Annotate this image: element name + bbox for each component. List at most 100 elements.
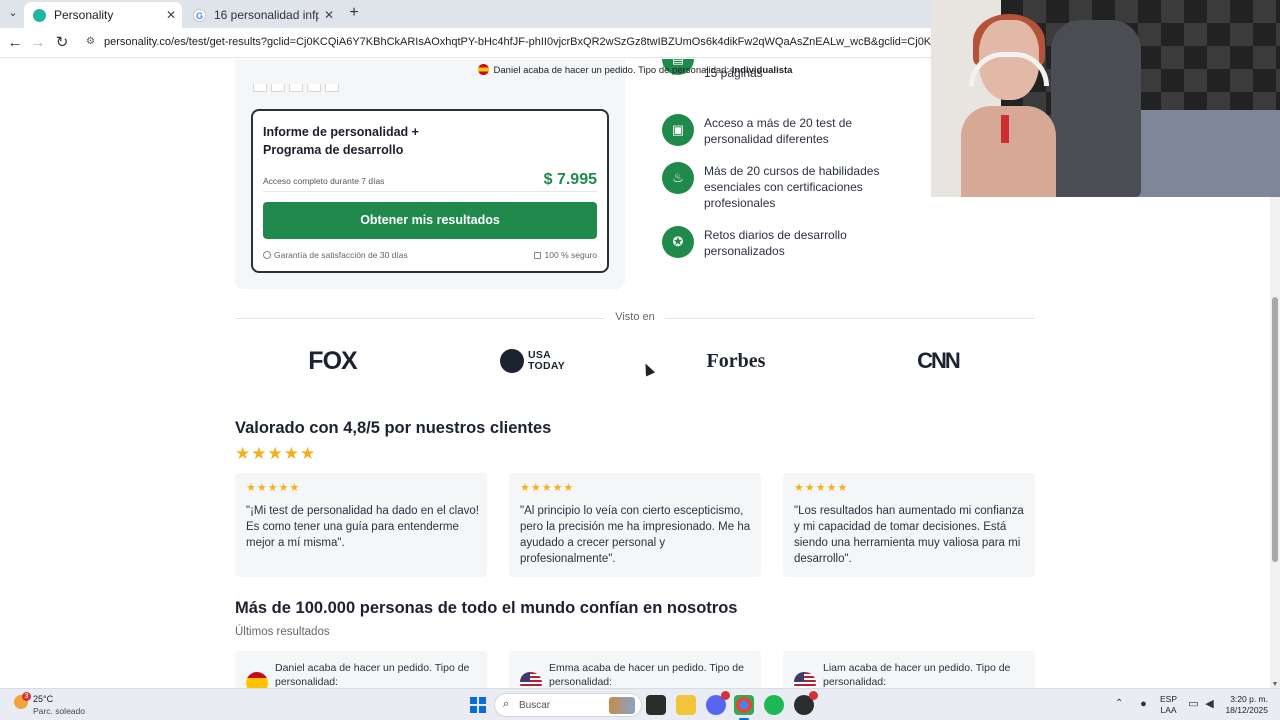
discord-badge: [721, 691, 730, 700]
forward-arrow-icon[interactable]: →: [28, 33, 48, 53]
volume-icon[interactable]: ◀: [1203, 698, 1216, 711]
review-stars-icon: ★★★★★: [794, 482, 849, 494]
plan-access-text: Acceso completo durante 7 días: [263, 176, 385, 186]
us-flag-icon: [520, 672, 542, 688]
plan-title: Informe de personalidad + Programa de de…: [263, 125, 419, 157]
flame-icon: ♨: [662, 162, 694, 194]
lock-icon: [533, 252, 541, 259]
review-card: ★★★★★ "Al principio lo veía con cierto e…: [509, 473, 761, 577]
review-text: "Los resultados han aumentado mi confian…: [794, 505, 1024, 565]
site-info-icon[interactable]: ⚙: [86, 36, 98, 48]
address-bar[interactable]: ⚙ personality.co/es/test/get-results?gcl…: [82, 31, 942, 55]
tab-title: Personality: [54, 8, 114, 22]
show-hidden-icons-chevron-icon[interactable]: ⌃: [1115, 698, 1123, 709]
obs-icon[interactable]: [794, 691, 818, 715]
close-tab-icon[interactable]: ✕: [324, 2, 334, 28]
secure-note: 100 % seguro: [533, 250, 597, 260]
spotify-icon[interactable]: [764, 695, 784, 715]
microphone-icon[interactable]: ●: [1137, 698, 1150, 711]
review-stars-icon: ★★★★★: [520, 482, 575, 494]
back-arrow-icon[interactable]: ←: [5, 33, 25, 53]
scrollbar-thumb[interactable]: [1272, 297, 1278, 562]
keyboard-layout: LAA: [1160, 705, 1177, 715]
webcam-overlay: [931, 0, 1280, 197]
get-results-button[interactable]: Obtener mis resultados: [263, 202, 597, 239]
notification-text: Daniel acaba de hacer un pedido. Tipo de…: [493, 65, 730, 76]
tab-google-search[interactable]: 16 personalidad infp - Buscar con Google…: [184, 2, 340, 29]
test-box-icon: ▣: [662, 114, 694, 146]
task-view-icon[interactable]: [646, 695, 666, 715]
result-card: Daniel acaba de hacer un pedido. Tipo de…: [235, 651, 487, 688]
scroll-down-arrow-icon[interactable]: ▼: [1271, 681, 1279, 688]
result-card: Emma acaba de hacer un pedido. Tipo de p…: [509, 651, 761, 688]
feature-text: Retos diarios de desarrollo personalizad…: [704, 228, 847, 258]
trust-title: Más de 100.000 personas de todo el mundo…: [235, 599, 738, 617]
language-indicator[interactable]: ESP LAA: [1160, 694, 1177, 716]
network-icon[interactable]: ▭: [1187, 698, 1200, 711]
review-card: ★★★★★ "¡Mi test de personalidad ha dado …: [235, 473, 487, 577]
language-code: ESP: [1160, 694, 1178, 704]
review-text: "¡Mi test de personalidad ha dado en el …: [246, 505, 479, 549]
search-highlight-image: [609, 697, 635, 714]
search-icon: ⌕: [503, 698, 510, 710]
chrome-icon[interactable]: [734, 695, 754, 720]
us-flag-icon: [794, 672, 816, 688]
discord-icon[interactable]: [706, 691, 730, 715]
notification-type: Individualista: [731, 65, 793, 76]
result-text: Liam acaba de hacer un pedido. Tipo de p…: [823, 662, 1011, 688]
close-tab-icon[interactable]: ✕: [166, 2, 176, 28]
rating-stars-icon: ★★★★★: [235, 444, 317, 463]
weather-description: Parc. soleado: [33, 706, 85, 716]
review-stars-icon: ★★★★★: [246, 482, 301, 494]
result-text: Emma acaba de hacer un pedido. Tipo de p…: [549, 662, 744, 688]
reload-icon[interactable]: ↻: [52, 33, 72, 53]
usa-today-dot-icon: [500, 349, 524, 373]
spain-flag-icon: [246, 672, 268, 688]
taskbar-search[interactable]: ⌕ Buscar: [494, 693, 642, 717]
clock[interactable]: 3:20 p. m. 18/12/2025: [1222, 694, 1268, 716]
new-tab-plus-icon[interactable]: +: [345, 4, 363, 22]
clock-date: 18/12/2025: [1225, 705, 1268, 715]
secure-text: 100 % seguro: [544, 250, 597, 260]
usa-today-logo: USA TODAY: [500, 346, 580, 376]
url-text: personality.co/es/test/get-results?gclid…: [104, 36, 942, 48]
webcam-gaming-chair: [1051, 20, 1141, 197]
feature-text: Acceso a más de 20 test de personalidad …: [704, 116, 853, 146]
plan-card: Informe de personalidad + Programa de de…: [251, 109, 609, 273]
fox-logo: FOX: [308, 347, 357, 375]
windows-start-icon[interactable]: [470, 697, 486, 713]
forbes-logo: Forbes: [706, 350, 766, 372]
guarantee-text: Garantía de satisfacción de 30 días: [274, 250, 408, 260]
cnn-logo: CNN: [917, 348, 961, 373]
latest-results-label: Últimos resultados: [235, 626, 330, 638]
obs-badge: [809, 691, 818, 700]
usa-today-logo-text: USA TODAY: [528, 349, 566, 372]
clock-time: 3:20 p. m.: [1230, 694, 1268, 704]
tab-personality[interactable]: Personality ✕: [24, 2, 182, 28]
review-text: "Al principio lo veía con cierto escepti…: [520, 505, 751, 565]
award-icon: ✪: [662, 226, 694, 258]
personality-favicon-icon: [33, 9, 46, 22]
file-explorer-icon[interactable]: [676, 695, 696, 715]
seen-in-label: Visto en: [605, 311, 665, 323]
tab-search-chevron-icon[interactable]: ⌄: [4, 4, 22, 22]
guarantee-note: Garantía de satisfacción de 30 días: [263, 250, 408, 260]
weather-temperature: 25°C: [33, 694, 54, 704]
webcam-person: [961, 14, 1056, 197]
partial-element: [253, 79, 363, 92]
feature-text: Más de 20 cursos de habilidades esencial…: [704, 164, 880, 210]
search-placeholder: Buscar: [519, 700, 551, 711]
review-card: ★★★★★ "Los resultados han aumentado mi c…: [783, 473, 1035, 577]
weather-notification-badge: 3: [22, 692, 31, 701]
rating-title: Valorado con 4,8/5 por nuestros clientes: [235, 419, 552, 437]
google-favicon-icon: [193, 3, 206, 29]
result-text: Daniel acaba de hacer un pedido. Tipo de…: [275, 662, 470, 688]
plan-price: $ 7.995: [543, 171, 597, 188]
divider: [263, 191, 597, 192]
webcam-bottle: [1001, 115, 1009, 143]
spain-flag-icon: [477, 64, 489, 75]
plan-section: Informe de personalidad + Programa de de…: [235, 59, 625, 289]
result-card: Liam acaba de hacer un pedido. Tipo de p…: [783, 651, 1035, 688]
check-circle-icon: [263, 251, 271, 259]
mouse-cursor-icon: [640, 361, 656, 377]
